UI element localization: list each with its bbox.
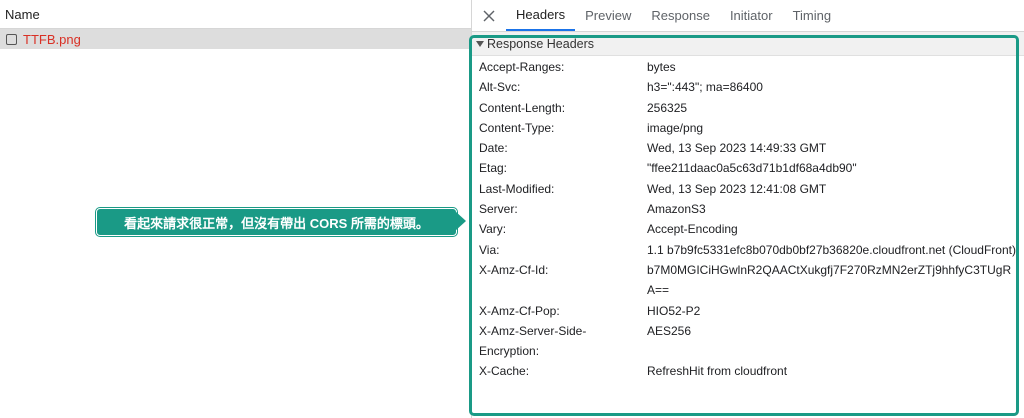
header-row: Via: 1.1 b7b9fc5331efc8b070db0bf27b36820… bbox=[472, 240, 1024, 260]
header-name: Content-Type: bbox=[479, 120, 555, 135]
header-value: bytes bbox=[647, 60, 676, 74]
header-list: Accept-Ranges: bytes Alt-Svc: h3=":443";… bbox=[472, 56, 1024, 382]
header-value: b7M0MGICiHGwlnR2QAACtXukgfj7F270RzMN2erZ… bbox=[647, 262, 1012, 298]
header-row: Server: AmazonS3 bbox=[472, 199, 1024, 219]
header-row: Content-Type: image/png bbox=[472, 118, 1024, 138]
details-pane: Headers Preview Response Initiator Timin… bbox=[472, 0, 1024, 418]
header-value: "ffee211daac0a5c63d71b1df68a4db90" bbox=[647, 161, 857, 176]
tab-headers[interactable]: Headers bbox=[506, 0, 576, 31]
tab-response[interactable]: Response bbox=[641, 0, 720, 31]
header-value: HIO52-P2 bbox=[647, 303, 701, 318]
header-value: Wed, 13 Sep 2023 12:41:08 GMT bbox=[647, 181, 827, 196]
header-name: Last-Modified: bbox=[479, 181, 555, 196]
header-value: h3=":443"; ma=86400 bbox=[647, 80, 763, 95]
header-value: AES256 bbox=[647, 323, 692, 338]
details-tabbar: Headers Preview Response Initiator Timin… bbox=[472, 0, 1024, 32]
response-headers-section-toggle[interactable]: Response Headers bbox=[472, 32, 1024, 56]
header-row: X-Amz-Cf-Id: b7M0MGICiHGwlnR2QAACtXukgfj… bbox=[472, 260, 1024, 301]
header-row: Date: Wed, 13 Sep 2023 14:49:33 GMT bbox=[472, 138, 1024, 158]
header-name: Via: bbox=[479, 242, 500, 257]
close-icon-glyph bbox=[483, 10, 495, 21]
close-icon[interactable] bbox=[472, 0, 506, 31]
header-name: Alt-Svc: bbox=[479, 80, 521, 95]
request-name[interactable]: TTFB.png bbox=[23, 32, 81, 47]
header-name: X-Amz-Server-Side-Encryption: bbox=[479, 323, 587, 359]
annotation-arrow-icon bbox=[455, 211, 466, 231]
header-value: image/png bbox=[647, 120, 704, 135]
header-name: X-Amz-Cf-Id: bbox=[479, 262, 549, 277]
header-value: RefreshHit from cloudfront bbox=[647, 364, 788, 379]
header-row: X-Cache: RefreshHit from cloudfront bbox=[472, 361, 1024, 381]
header-row: Vary: Accept-Encoding bbox=[472, 219, 1024, 239]
header-value: AmazonS3 bbox=[647, 202, 706, 217]
header-value: 256325 bbox=[647, 100, 688, 115]
expand-triangle-icon bbox=[476, 40, 484, 47]
tab-timing[interactable]: Timing bbox=[783, 0, 842, 31]
header-name: Content-Length: bbox=[479, 100, 566, 115]
header-row: Etag: "ffee211daac0a5c63d71b1df68a4db90" bbox=[472, 158, 1024, 178]
header-name: X-Cache: bbox=[479, 364, 530, 379]
annotation-callout: 看起來請求很正常，但沒有帶出 CORS 所需的標頭。 bbox=[96, 208, 457, 236]
header-row: X-Amz-Server-Side-Encryption: AES256 bbox=[472, 321, 1024, 362]
file-icon bbox=[6, 34, 17, 45]
header-value: 1.1 b7b9fc5331efc8b070db0bf27b36820e.clo… bbox=[647, 242, 1016, 257]
header-name: Vary: bbox=[479, 222, 507, 237]
header-row: Alt-Svc: h3=":443"; ma=86400 bbox=[472, 77, 1024, 97]
header-name: Etag: bbox=[479, 161, 508, 176]
request-row[interactable]: TTFB.png bbox=[0, 29, 471, 49]
header-value: Wed, 13 Sep 2023 14:49:33 GMT bbox=[647, 141, 827, 156]
header-name: Accept-Ranges: bbox=[479, 60, 565, 74]
header-name: X-Amz-Cf-Pop: bbox=[479, 303, 560, 318]
header-row: X-Amz-Cf-Pop: HIO52-P2 bbox=[472, 301, 1024, 321]
header-name: Server: bbox=[479, 202, 518, 217]
header-value: Accept-Encoding bbox=[647, 222, 738, 237]
header-row: Last-Modified: Wed, 13 Sep 2023 12:41:08… bbox=[472, 179, 1024, 199]
header-row: Accept-Ranges: bytes bbox=[472, 57, 1024, 77]
header-name: Date: bbox=[479, 141, 508, 156]
section-title: Response Headers bbox=[487, 36, 595, 51]
tab-preview[interactable]: Preview bbox=[575, 0, 641, 31]
name-column-header[interactable]: Name bbox=[0, 0, 471, 29]
header-row: Content-Length: 256325 bbox=[472, 98, 1024, 118]
tab-initiator[interactable]: Initiator bbox=[720, 0, 783, 31]
